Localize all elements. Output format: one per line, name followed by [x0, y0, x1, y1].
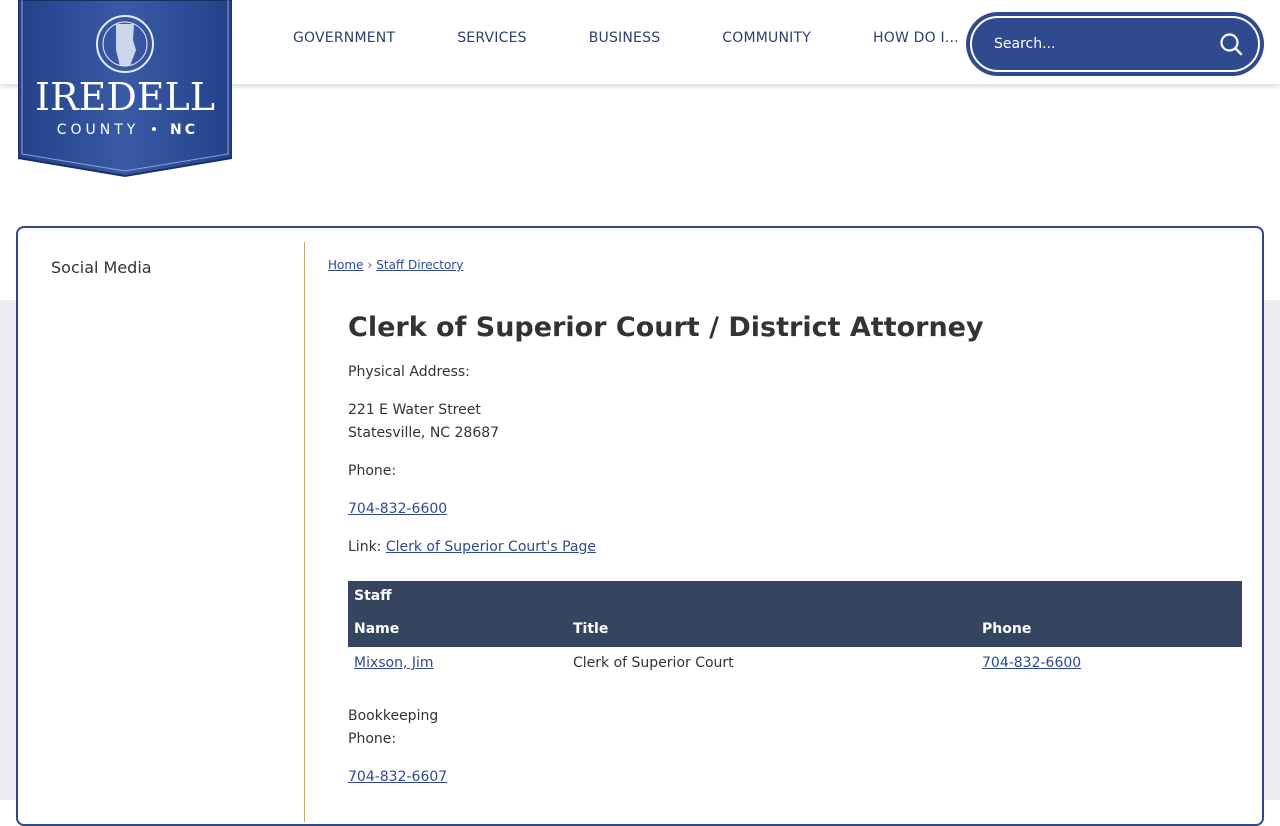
breadcrumb: Home › Staff Directory: [328, 258, 463, 272]
address-line-1: 221 E Water Street: [348, 402, 481, 418]
search-input[interactable]: [992, 35, 1218, 53]
column-header-name: Name: [348, 611, 567, 647]
staff-phone-link[interactable]: 704-832-6600: [982, 655, 1081, 671]
page-title: Clerk of Superior Court / District Attor…: [348, 312, 984, 343]
main-nav: GOVERNMENT SERVICES BUSINESS COMMUNITY H…: [262, 0, 990, 76]
svg-text:COUNTY: COUNTY: [57, 122, 140, 138]
breadcrumb-home-link[interactable]: Home: [328, 258, 363, 272]
search-field-frame: [970, 16, 1260, 72]
department-phone[interactable]: 704-832-6600: [348, 501, 447, 517]
staff-table-caption: Staff: [348, 581, 1242, 611]
bookkeeping-label: Bookkeeping: [348, 708, 439, 724]
nav-business[interactable]: BUSINESS: [558, 30, 692, 46]
breadcrumb-staff-directory-link[interactable]: Staff Directory: [376, 258, 463, 272]
svg-text:IREDELL: IREDELL: [35, 75, 215, 119]
clerk-page-link[interactable]: Clerk of Superior Court's Page: [386, 539, 596, 555]
search-box: [966, 12, 1264, 76]
bookkeeping-phone-row: 704-832-6607: [348, 769, 447, 785]
column-header-title: Title: [567, 611, 976, 647]
phone-label: Phone:: [348, 463, 397, 479]
sidebar-divider: [304, 242, 305, 822]
staff-table: Staff Name Title Phone Mixson, Jim Clerk…: [348, 581, 1242, 679]
county-logo[interactable]: IREDELL COUNTY NC: [18, 0, 232, 178]
nav-government[interactable]: GOVERNMENT: [262, 30, 426, 46]
department-link-row: Link: Clerk of Superior Court's Page: [348, 539, 596, 555]
nav-services[interactable]: SERVICES: [426, 30, 558, 46]
address-label: Physical Address:: [348, 364, 470, 380]
svg-text:NC: NC: [170, 122, 198, 138]
table-row: Mixson, Jim Clerk of Superior Court 704-…: [348, 647, 1242, 679]
bookkeeping-phone-label: Phone:: [348, 731, 397, 747]
sidebar-item-social-media[interactable]: Social Media: [51, 258, 152, 277]
department-phone-link[interactable]: 704-832-6600: [348, 501, 447, 517]
column-header-phone: Phone: [976, 611, 1242, 647]
sidebar: Social Media: [18, 228, 306, 824]
content-panel: Social Media Home › Staff Directory Clerk …: [16, 226, 1264, 826]
link-label: Link:: [348, 539, 382, 555]
nav-community[interactable]: COMMUNITY: [691, 30, 842, 46]
staff-title: Clerk of Superior Court: [573, 655, 734, 671]
search-icon[interactable]: [1218, 31, 1244, 57]
bookkeeping-phone-link[interactable]: 704-832-6607: [348, 769, 447, 785]
breadcrumb-separator: ›: [367, 258, 373, 272]
staff-name-link[interactable]: Mixson, Jim: [354, 655, 434, 671]
address-line-2: Statesville, NC 28687: [348, 425, 500, 441]
